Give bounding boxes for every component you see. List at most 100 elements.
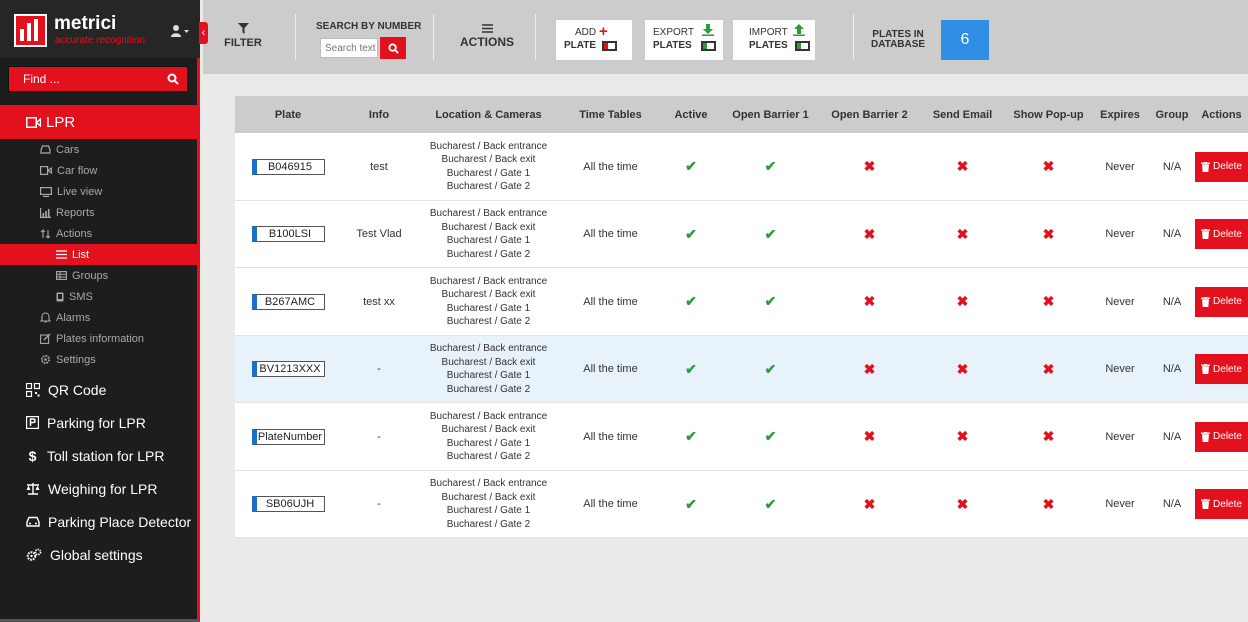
open-barrier-2-cell: ✖ <box>820 268 919 335</box>
sidebar-item-qr-code[interactable]: QR Code <box>0 373 200 406</box>
show-popup-cell: ✖ <box>1006 403 1091 470</box>
sidebar-item-list[interactable]: List <box>0 244 200 265</box>
delete-button[interactable]: Delete <box>1195 421 1248 452</box>
sidebar-item-parking-place-detector[interactable]: Parking Place Detector <box>0 505 200 538</box>
info-cell: - <box>377 430 381 443</box>
table-row[interactable]: SB06UJH - Bucharest / Back entrance Buchare… <box>235 470 1248 538</box>
location-entry: Bucharest / Gate 2 <box>446 383 531 395</box>
location-entry: Bucharest / Gate 2 <box>446 248 531 260</box>
location-entry: Bucharest / Back entrance <box>429 275 548 287</box>
location-entry: Bucharest / Back entrance <box>429 140 548 152</box>
location-entry: Bucharest / Gate 1 <box>446 505 531 516</box>
cross-icon: ✖ <box>1042 495 1055 512</box>
active-cell: ✔ <box>661 471 721 538</box>
check-icon: ✔ <box>764 225 777 242</box>
cross-icon: ✖ <box>863 360 876 377</box>
user-menu-icon[interactable] <box>170 24 190 38</box>
check-icon: ✔ <box>685 428 697 444</box>
sidebar-collapse-button[interactable]: ‹ <box>199 22 208 44</box>
cross-icon: ✖ <box>1042 293 1055 309</box>
expires-cell: Never <box>1105 363 1135 375</box>
check-icon: ✔ <box>685 225 697 242</box>
delete-button[interactable]: Delete <box>1195 219 1248 249</box>
delete-button[interactable]: Delete <box>1195 489 1248 519</box>
sidebar-item-settings[interactable]: Settings <box>0 349 200 370</box>
cross-icon: ✖ <box>956 158 969 174</box>
sidebar-item-label: Parking for LPR <box>47 414 146 431</box>
sidebar-item-parking-for-lpr[interactable]: Parking for LPR <box>0 406 200 439</box>
info-cell: - <box>377 363 381 375</box>
import-plates-button[interactable]: IMPORT PLATES <box>733 20 815 60</box>
list-icon <box>481 24 493 33</box>
sidebar-item-car-flow[interactable]: Car flow <box>0 160 200 181</box>
toolbar-divider <box>295 14 296 60</box>
time-tables-cell: All the time <box>583 498 638 510</box>
locations-cell: Bucharest / Back entrance Bucharest / Bac… <box>417 201 560 268</box>
active-cell: ✔ <box>661 133 721 200</box>
sidebar-item-live-view[interactable]: Live view <box>0 181 200 202</box>
column-header: Info <box>368 108 390 121</box>
sidebar-item-alarms[interactable]: Alarms <box>0 307 200 328</box>
table-row[interactable]: B267AMC test xx Bucharest / Back entrance B… <box>235 268 1248 336</box>
sidebar-item-label: Car flow <box>57 164 98 177</box>
plus-icon: + <box>599 23 608 40</box>
table-row[interactable]: B046915 test Bucharest / Back entrance Buch… <box>235 133 1248 201</box>
sidebar-item-label: Alarms <box>56 311 91 324</box>
cross-icon: ✖ <box>1042 158 1055 174</box>
column-header: Open Barrier 1 <box>732 108 809 121</box>
sidebar-item-lpr[interactable]: LPR <box>0 105 200 139</box>
toolbar: FILTER SEARCH BY NUMBER ACTIONS ADD PLAT… <box>203 0 1248 74</box>
delete-label: Delete <box>1213 161 1242 172</box>
import-plates-label-2: PLATES <box>749 40 788 51</box>
send-email-cell: ✖ <box>919 403 1006 470</box>
edit-icon <box>40 333 51 344</box>
search-icon[interactable] <box>159 67 187 91</box>
table-icon <box>56 271 67 280</box>
delete-button[interactable]: Delete <box>1195 151 1248 182</box>
open-barrier-1-cell: ✔ <box>721 336 820 403</box>
table-header: Plate Info Location & Cameras Time Tables Ac… <box>235 96 1248 133</box>
sidebar-item-label: Groups <box>72 269 109 282</box>
add-plate-button[interactable]: ADD PLATE + <box>556 20 632 60</box>
delete-button[interactable]: Delete <box>1195 354 1248 384</box>
group-cell: N/A <box>1162 228 1182 240</box>
check-icon: ✔ <box>685 360 697 377</box>
location-entry: Bucharest / Back exit <box>441 356 536 368</box>
search-by-number-input[interactable] <box>320 38 378 58</box>
column-header: Time Tables <box>579 108 642 121</box>
location-entry: Bucharest / Back entrance <box>429 410 548 422</box>
sidebar-item-actions[interactable]: Actions <box>0 223 200 244</box>
phone-icon <box>56 292 64 301</box>
cross-icon: ✖ <box>1042 225 1055 242</box>
sidebar-item-toll-station[interactable]: $ Toll station for LPR <box>0 439 200 472</box>
filter-button[interactable]: FILTER <box>223 23 263 49</box>
sidebar-item-weighing[interactable]: Weighing for LPR <box>0 472 200 505</box>
sidebar-item-global-settings[interactable]: Global settings <box>0 538 200 571</box>
toolbar-divider <box>853 14 854 60</box>
delete-button[interactable]: Delete <box>1195 286 1248 317</box>
sidebar-item-groups[interactable]: Groups <box>0 265 200 286</box>
table-row[interactable]: BV1213XXX - Bucharest / Back entrance Bucha… <box>235 335 1248 403</box>
plates-table: Plate Info Location & Cameras Time Tables Ac… <box>235 96 1248 538</box>
export-plates-label-2: PLATES <box>653 40 692 51</box>
plate-number: B267AMC <box>251 293 325 310</box>
plates-count-badge: 6 <box>941 20 989 60</box>
plate-cell: B267AMC <box>235 268 341 335</box>
delete-label: Delete <box>1213 498 1242 510</box>
table-row[interactable]: PlateNumber - Bucharest / Back entrance Buc… <box>235 403 1248 471</box>
open-barrier-1-cell: ✔ <box>721 133 820 200</box>
trash-icon <box>1201 161 1211 172</box>
sidebar-item-reports[interactable]: Reports <box>0 202 200 223</box>
table-row[interactable]: B100LSI Test Vlad Bucharest / Back entranc… <box>235 200 1248 268</box>
sidebar-item-sms[interactable]: SMS <box>0 286 200 307</box>
search-button[interactable] <box>380 37 406 59</box>
sidebar-item-label: Settings <box>56 353 96 366</box>
sidebar-item-cars[interactable]: Cars <box>0 139 200 160</box>
actions-button[interactable]: ACTIONS <box>459 24 515 49</box>
sidebar-item-plates-information[interactable]: Plates information <box>0 328 200 349</box>
plate-number: PlateNumber <box>251 428 325 445</box>
car-icon <box>26 516 40 527</box>
plate-cell: B100LSI <box>235 201 341 268</box>
find-input[interactable] <box>9 67 161 91</box>
export-plates-button[interactable]: EXPORT PLATES <box>645 20 723 60</box>
